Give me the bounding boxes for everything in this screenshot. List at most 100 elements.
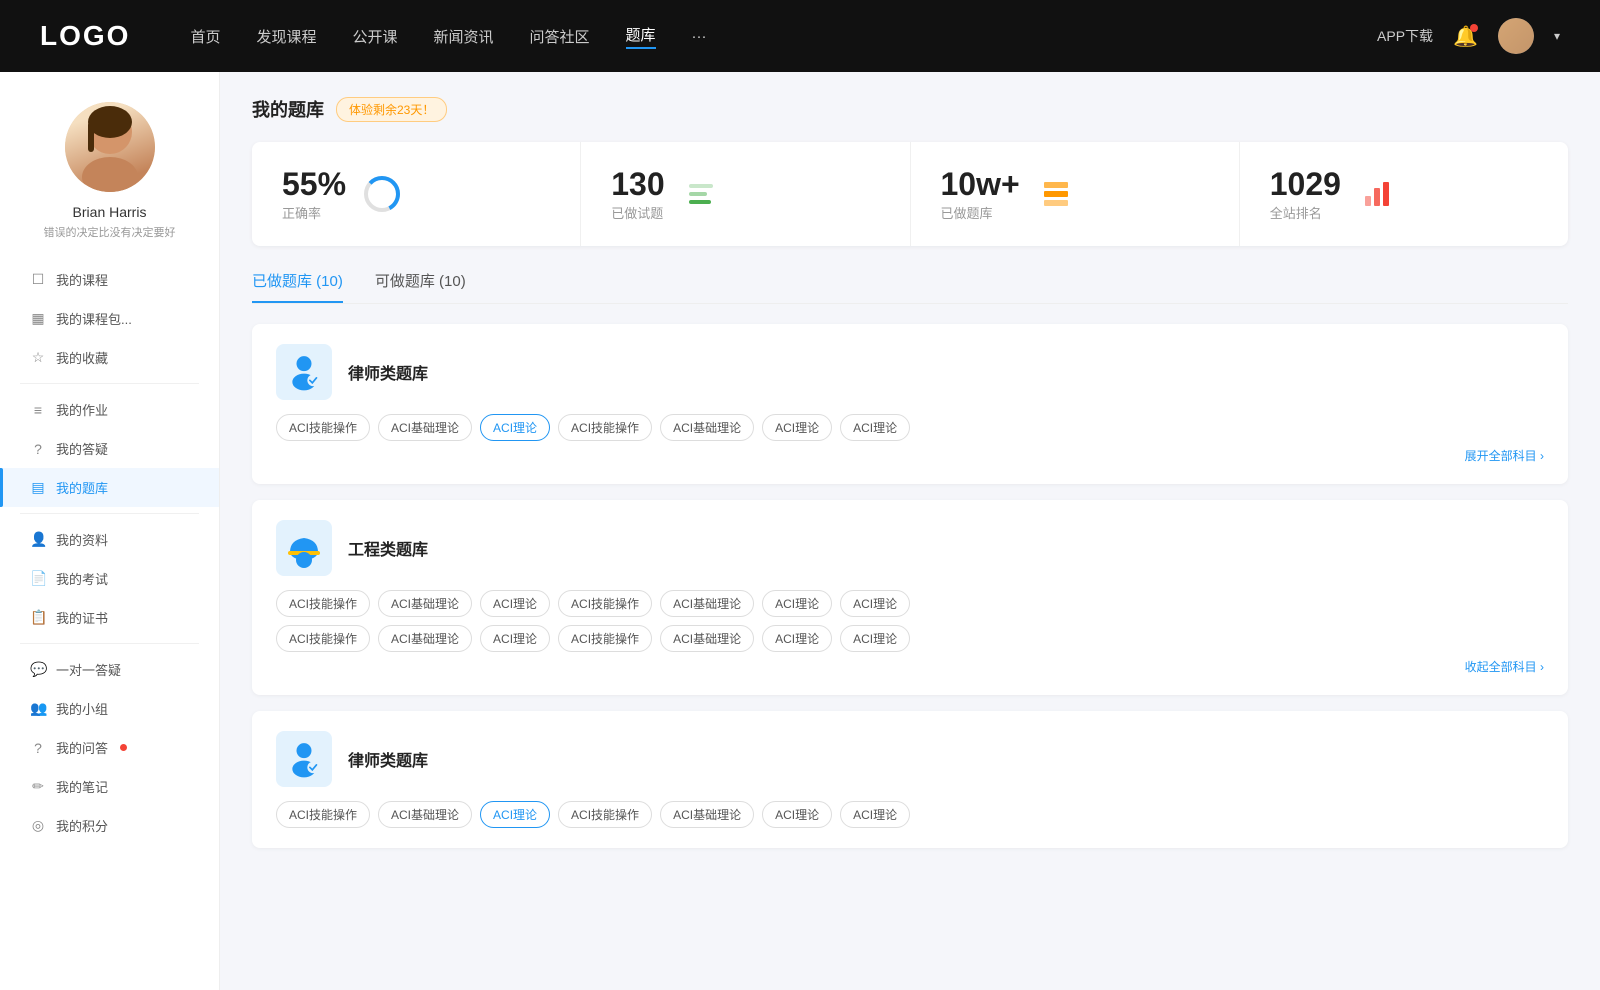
navbar: LOGO 首页 发现课程 公开课 新闻资讯 问答社区 题库 ··· APP下载 … — [0, 0, 1600, 72]
qbank-engineer-icon — [276, 520, 332, 576]
qbank-tag-active[interactable]: ACI理论 — [480, 801, 550, 828]
sidebar-item-label: 我的问答 — [56, 738, 108, 757]
qbank-tag[interactable]: ACI技能操作 — [558, 625, 652, 652]
qbank-lawyer2-icon — [276, 731, 332, 787]
sidebar-item-my-course[interactable]: ☐ 我的课程 — [0, 260, 219, 299]
qbank-tag[interactable]: ACI理论 — [762, 414, 832, 441]
stat-done-questions: 130 已做试题 — [581, 142, 910, 246]
qbank-tag[interactable]: ACI技能操作 — [276, 414, 370, 441]
qbank-tag[interactable]: ACI理论 — [762, 801, 832, 828]
stats-row: 55% 正确率 130 已做试题 — [252, 142, 1568, 246]
sidebar-item-question-bank[interactable]: ▤ 我的题库 — [0, 468, 219, 507]
tab-available-banks[interactable]: 可做题库 (10) — [375, 270, 466, 303]
nav-news[interactable]: 新闻资讯 — [434, 26, 494, 47]
qbank-collapse-1[interactable]: 收起全部科目 › — [276, 658, 1544, 675]
stat-done-value: 130 — [611, 166, 664, 203]
tab-done-banks[interactable]: 已做题库 (10) — [252, 270, 343, 303]
sidebar-item-label: 我的积分 — [56, 816, 108, 835]
qbank-tag[interactable]: ACI理论 — [840, 625, 910, 652]
edit-icon: ≡ — [30, 402, 46, 418]
list-chart-icon — [681, 174, 721, 214]
qbank-tag[interactable]: ACI基础理论 — [378, 625, 472, 652]
sidebar-item-certificate[interactable]: 📋 我的证书 — [0, 598, 219, 637]
qbank-card-0: 律师类题库 ACI技能操作 ACI基础理论 ACI理论 ACI技能操作 ACI基… — [252, 324, 1568, 484]
qbank-tag[interactable]: ACI理论 — [840, 801, 910, 828]
sidebar-item-label: 我的考试 — [56, 569, 108, 588]
qbank-tag[interactable]: ACI技能操作 — [558, 801, 652, 828]
sidebar-item-course-package[interactable]: ▦ 我的课程包... — [0, 299, 219, 338]
sidebar-divider-3 — [20, 643, 199, 644]
qbank-tag[interactable]: ACI理论 — [480, 625, 550, 652]
qbank-tag[interactable]: ACI理论 — [762, 590, 832, 617]
stat-accuracy: 55% 正确率 — [252, 142, 581, 246]
qbank-tag[interactable]: ACI技能操作 — [276, 801, 370, 828]
qbank-tag[interactable]: ACI技能操作 — [558, 590, 652, 617]
sidebar-item-notes[interactable]: ✏ 我的笔记 — [0, 767, 219, 806]
sidebar-item-label: 我的收藏 — [56, 348, 108, 367]
chevron-down-icon[interactable]: ▾ — [1554, 29, 1560, 43]
bell-dot — [1470, 24, 1478, 32]
user-motto: 错误的决定比没有决定要好 — [34, 224, 186, 240]
qbank-tag[interactable]: ACI基础理论 — [660, 590, 754, 617]
sidebar: Brian Harris 错误的决定比没有决定要好 ☐ 我的课程 ▦ 我的课程包… — [0, 72, 220, 990]
sidebar-item-qa[interactable]: ? 我的答疑 — [0, 429, 219, 468]
qbank-tag[interactable]: ACI理论 — [840, 590, 910, 617]
tabs-row: 已做题库 (10) 可做题库 (10) — [252, 270, 1568, 304]
qbank-tag[interactable]: ACI基础理论 — [660, 414, 754, 441]
nav-more[interactable]: ··· — [692, 28, 707, 45]
stat-accuracy-value: 55% — [282, 166, 346, 203]
qbank-title-2: 律师类题库 — [348, 747, 428, 771]
avatar[interactable] — [1498, 18, 1534, 54]
question-icon: ? — [30, 441, 46, 457]
qbank-tag[interactable]: ACI基础理论 — [378, 590, 472, 617]
nav-discover[interactable]: 发现课程 — [256, 26, 316, 47]
sidebar-item-one-on-one[interactable]: 💬 一对一答疑 — [0, 650, 219, 689]
sidebar-item-points[interactable]: ◎ 我的积分 — [0, 806, 219, 845]
qbank-tag[interactable]: ACI理论 — [762, 625, 832, 652]
sidebar-item-group[interactable]: 👥 我的小组 — [0, 689, 219, 728]
profile-icon: 👤 — [30, 531, 46, 548]
qbank-tag[interactable]: ACI基础理论 — [660, 625, 754, 652]
stat-accuracy-label: 正确率 — [282, 203, 346, 222]
app-download[interactable]: APP下载 — [1377, 26, 1433, 46]
sidebar-divider — [20, 383, 199, 384]
avatar-svg — [65, 102, 155, 192]
nav-open-course[interactable]: 公开课 — [352, 26, 397, 47]
qbank-tag[interactable]: ACI理论 — [840, 414, 910, 441]
bar-chart-icon: ▦ — [30, 310, 46, 327]
nav-home[interactable]: 首页 — [190, 26, 220, 47]
sidebar-item-label: 我的题库 — [56, 478, 108, 497]
points-icon: ◎ — [30, 817, 46, 834]
qbank-tag[interactable]: ACI基础理论 — [378, 801, 472, 828]
qbank-tags-2: ACI技能操作 ACI基础理论 ACI理论 ACI技能操作 ACI基础理论 AC… — [276, 801, 1544, 828]
list-icon: ▤ — [30, 479, 46, 496]
qbank-tag[interactable]: ACI技能操作 — [558, 414, 652, 441]
sidebar-item-label: 我的课程包... — [56, 309, 132, 328]
stat-ranking: 1029 全站排名 — [1240, 142, 1568, 246]
nav-qa[interactable]: 问答社区 — [530, 26, 590, 47]
sidebar-item-profile[interactable]: 👤 我的资料 — [0, 520, 219, 559]
bell-icon[interactable]: 🔔 — [1453, 24, 1478, 49]
qbank-tag[interactable]: ACI基础理论 — [378, 414, 472, 441]
stat-done-banks: 10w+ 已做题库 — [911, 142, 1240, 246]
document-icon: ☐ — [30, 271, 46, 288]
sidebar-divider-2 — [20, 513, 199, 514]
sidebar-item-homework[interactable]: ≡ 我的作业 — [0, 390, 219, 429]
qbank-tag[interactable]: ACI基础理论 — [660, 801, 754, 828]
sidebar-item-label: 我的证书 — [56, 608, 108, 627]
qbank-tag[interactable]: ACI技能操作 — [276, 625, 370, 652]
qbank-tags-0: ACI技能操作 ACI基础理论 ACI理论 ACI技能操作 ACI基础理论 AC… — [276, 414, 1544, 441]
navbar-right: APP下载 🔔 ▾ — [1377, 18, 1560, 54]
sidebar-item-questions[interactable]: ? 我的问答 — [0, 728, 219, 767]
qbank-tag-active[interactable]: ACI理论 — [480, 414, 550, 441]
nav-question-bank[interactable]: 题库 — [626, 24, 656, 49]
stat-ranking-value: 1029 — [1270, 166, 1341, 203]
sidebar-item-exam[interactable]: 📄 我的考试 — [0, 559, 219, 598]
qbank-tag[interactable]: ACI理论 — [480, 590, 550, 617]
sidebar-item-collection[interactable]: ☆ 我的收藏 — [0, 338, 219, 377]
qbank-expand-0[interactable]: 展开全部科目 › — [276, 447, 1544, 464]
avatar-image — [1498, 18, 1534, 54]
certificate-icon: 📋 — [30, 609, 46, 626]
sidebar-item-label: 我的小组 — [56, 699, 108, 718]
qbank-tag[interactable]: ACI技能操作 — [276, 590, 370, 617]
